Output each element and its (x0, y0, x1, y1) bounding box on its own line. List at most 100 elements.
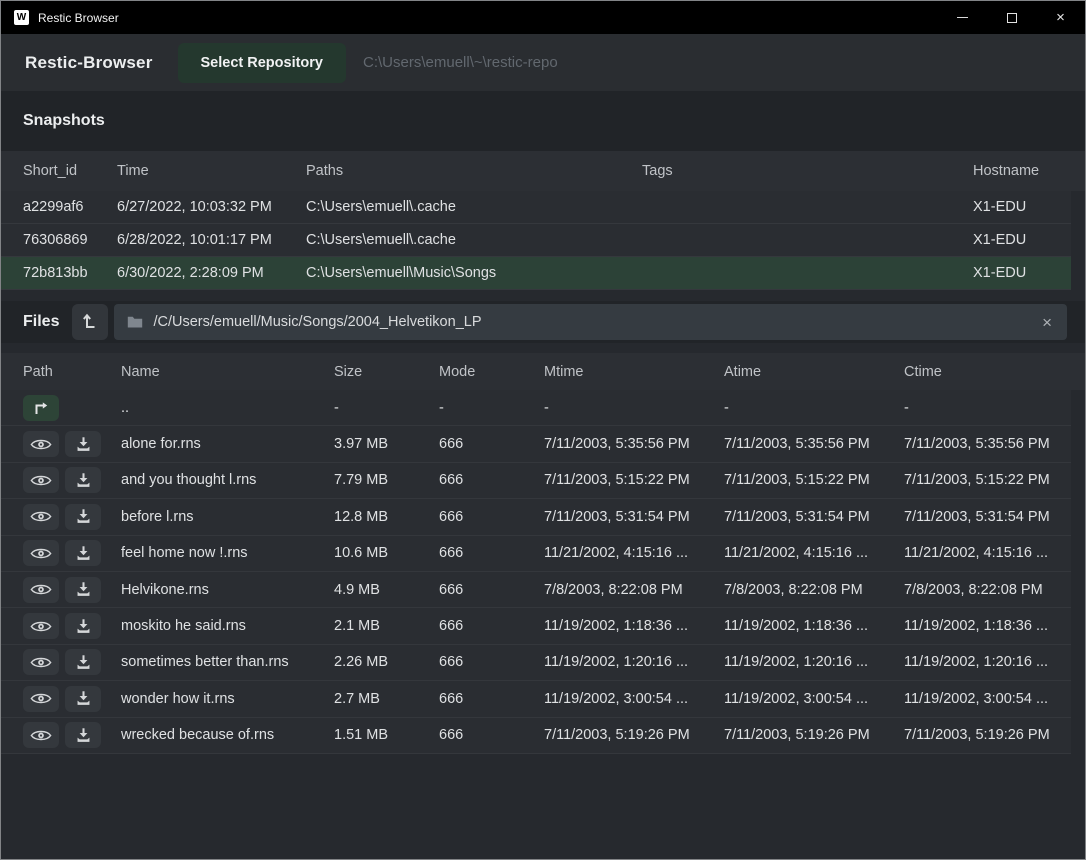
file-name: alone for.rns (121, 436, 334, 452)
preview-file-button[interactable] (23, 686, 59, 712)
snapshot-row[interactable]: a2299af6 6/27/2022, 10:03:32 PM C:\Users… (1, 191, 1071, 224)
eye-icon (30, 619, 52, 634)
download-icon (75, 727, 92, 744)
file-atime: 11/19/2002, 1:20:16 ... (724, 654, 904, 670)
download-icon (75, 654, 92, 671)
folder-icon (127, 315, 143, 329)
file-row: moskito he said.rns 2.1 MB 666 11/19/200… (1, 608, 1071, 644)
preview-file-button[interactable] (23, 613, 59, 639)
preview-file-button[interactable] (23, 649, 59, 675)
file-path-bar[interactable]: /C/Users/emuell/Music/Songs/2004_Helveti… (114, 304, 1067, 340)
column-short-id: Short_id (23, 163, 117, 179)
column-mtime: Mtime (544, 364, 724, 380)
file-row: wrecked because of.rns 1.51 MB 666 7/11/… (1, 718, 1071, 754)
snapshot-short-id: 72b813bb (23, 265, 117, 281)
column-tags: Tags (642, 163, 973, 179)
column-ctime: Ctime (904, 364, 1068, 380)
file-mode: 666 (439, 691, 544, 707)
file-ctime: 7/8/2003, 8:22:08 PM (904, 582, 1054, 598)
minimize-button[interactable] (938, 1, 987, 34)
snapshot-short-id: a2299af6 (23, 199, 117, 215)
eye-icon (30, 655, 52, 670)
file-mode: 666 (439, 582, 544, 598)
file-size: 10.6 MB (334, 545, 439, 561)
files-table: .. - - - - - al (1, 390, 1071, 754)
download-file-button[interactable] (65, 431, 101, 457)
up-level-icon (80, 312, 100, 332)
preview-file-button[interactable] (23, 504, 59, 530)
file-atime: 11/19/2002, 1:18:36 ... (724, 618, 904, 634)
snapshots-table-header: Short_id Time Paths Tags Hostname (1, 151, 1085, 191)
close-button[interactable]: × (1036, 1, 1085, 34)
go-parent-dir-button[interactable] (23, 395, 59, 421)
file-row: before l.rns 12.8 MB 666 7/11/2003, 5:31… (1, 499, 1071, 535)
clear-path-button[interactable]: × (1040, 314, 1054, 331)
file-size: 12.8 MB (334, 509, 439, 525)
file-size: - (334, 400, 439, 416)
file-name: and you thought l.rns (121, 472, 334, 488)
files-title: Files (23, 313, 59, 331)
file-mtime: 11/19/2002, 1:18:36 ... (544, 618, 724, 634)
file-atime: 7/11/2003, 5:19:26 PM (724, 727, 904, 743)
file-ctime: 7/11/2003, 5:35:56 PM (904, 436, 1054, 452)
repository-path: C:\Users\emuell\~\restic-repo (363, 54, 558, 71)
file-mtime: 7/8/2003, 8:22:08 PM (544, 582, 724, 598)
download-file-button[interactable] (65, 467, 101, 493)
eye-icon (30, 509, 52, 524)
download-file-button[interactable] (65, 686, 101, 712)
file-name: wonder how it.rns (121, 691, 334, 707)
file-row: and you thought l.rns 7.79 MB 666 7/11/2… (1, 463, 1071, 499)
file-row: sometimes better than.rns 2.26 MB 666 11… (1, 645, 1071, 681)
download-icon (75, 545, 92, 562)
snapshot-row[interactable]: 72b813bb 6/30/2022, 2:28:09 PM C:\Users\… (1, 257, 1071, 290)
titlebar: W Restic Browser × (1, 1, 1085, 34)
download-file-button[interactable] (65, 649, 101, 675)
file-ctime: - (904, 400, 1054, 416)
preview-file-button[interactable] (23, 722, 59, 748)
file-name: before l.rns (121, 509, 334, 525)
page-title: Restic-Browser (25, 53, 153, 73)
preview-file-button[interactable] (23, 431, 59, 457)
snapshot-time: 6/27/2022, 10:03:32 PM (117, 199, 306, 215)
file-name: feel home now !.rns (121, 545, 334, 561)
download-file-button[interactable] (65, 540, 101, 566)
close-icon: × (1056, 10, 1065, 25)
preview-file-button[interactable] (23, 540, 59, 566)
file-size: 2.26 MB (334, 654, 439, 670)
snapshot-short-id: 76306869 (23, 232, 117, 248)
column-hostname: Hostname (973, 163, 1068, 179)
dump-snapshot-button[interactable] (72, 304, 108, 340)
select-repository-button[interactable]: Select Repository (178, 43, 347, 83)
corner-up-right-arrow-icon (31, 398, 51, 418)
file-ctime: 11/19/2002, 3:00:54 ... (904, 691, 1054, 707)
file-row: wonder how it.rns 2.7 MB 666 11/19/2002,… (1, 681, 1071, 717)
download-file-button[interactable] (65, 504, 101, 530)
download-file-button[interactable] (65, 577, 101, 603)
snapshots-title: Snapshots (23, 112, 105, 130)
file-atime: - (724, 400, 904, 416)
preview-file-button[interactable] (23, 467, 59, 493)
parent-dir-row: .. - - - - - (1, 390, 1071, 426)
app-window: W Restic Browser × Restic-Browser Select… (0, 0, 1086, 860)
download-icon (75, 436, 92, 453)
app-header: Restic-Browser Select Repository C:\User… (1, 34, 1085, 91)
file-atime: 7/11/2003, 5:15:22 PM (724, 472, 904, 488)
file-row: alone for.rns 3.97 MB 666 7/11/2003, 5:3… (1, 426, 1071, 462)
file-mtime: 7/11/2003, 5:31:54 PM (544, 509, 724, 525)
preview-file-button[interactable] (23, 577, 59, 603)
column-name: Name (121, 364, 334, 380)
file-mtime: 11/21/2002, 4:15:16 ... (544, 545, 724, 561)
column-path: Path (23, 364, 121, 380)
snapshot-paths: C:\Users\emuell\Music\Songs (306, 265, 642, 281)
maximize-button[interactable] (987, 1, 1036, 34)
file-name: sometimes better than.rns (121, 654, 334, 670)
file-mode: 666 (439, 545, 544, 561)
minimize-icon (957, 17, 968, 19)
file-size: 4.9 MB (334, 582, 439, 598)
download-file-button[interactable] (65, 722, 101, 748)
download-file-button[interactable] (65, 613, 101, 639)
file-atime: 7/8/2003, 8:22:08 PM (724, 582, 904, 598)
file-ctime: 11/19/2002, 1:20:16 ... (904, 654, 1054, 670)
file-mtime: - (544, 400, 724, 416)
snapshot-row[interactable]: 76306869 6/28/2022, 10:01:17 PM C:\Users… (1, 224, 1071, 257)
